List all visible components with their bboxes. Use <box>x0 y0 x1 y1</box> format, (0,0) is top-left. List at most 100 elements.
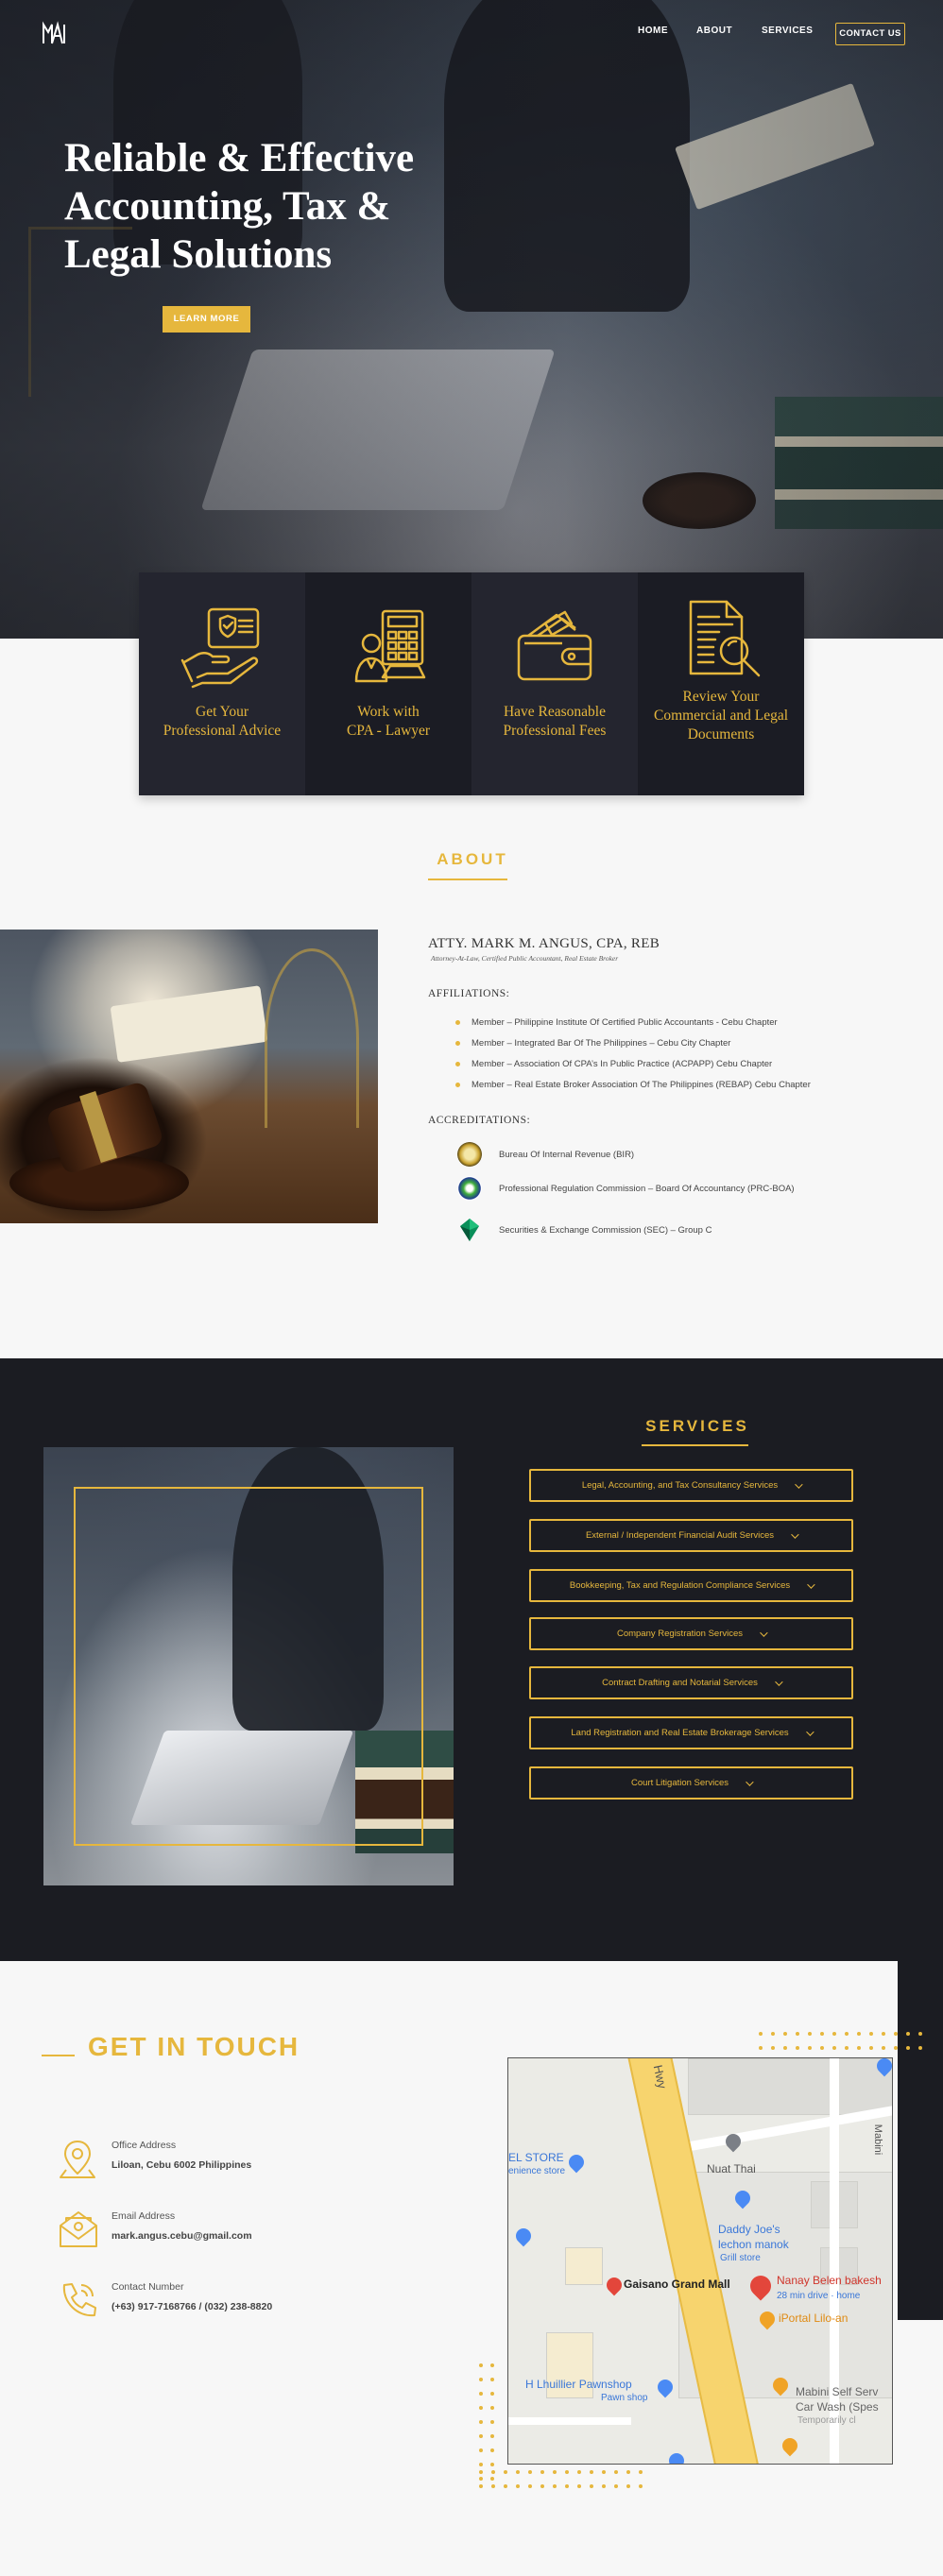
decorative-dots <box>479 2470 643 2488</box>
list-item: Member – Philippine Institute Of Certifi… <box>455 1016 811 1037</box>
feature-card: Review Your Commercial and Legal Documen… <box>638 572 804 795</box>
decorative-dot <box>771 2046 775 2050</box>
decorative-dot <box>906 2046 910 2050</box>
decorative-dot <box>832 2032 836 2036</box>
decorative-dot <box>479 2434 483 2438</box>
decorative-dot <box>869 2046 873 2050</box>
decorative-dot <box>490 2448 494 2452</box>
list-item: Member – Integrated Bar Of The Philippin… <box>455 1037 811 1058</box>
decorative-dot <box>491 2470 495 2474</box>
decorative-dot <box>540 2484 544 2488</box>
decorative-dot <box>479 2463 483 2466</box>
document-review-icon <box>677 597 764 682</box>
contact-label: Contact Number <box>111 2281 184 2293</box>
decorative-dot <box>783 2032 787 2036</box>
decorative-dot <box>845 2032 849 2036</box>
logo-icon <box>43 21 65 44</box>
map-pin-icon[interactable] <box>654 2376 677 2398</box>
attorney-subtitle: Attorney-At-Law, Certified Public Accoun… <box>431 954 619 963</box>
decorative-dot <box>490 2420 494 2424</box>
map-pin-icon[interactable] <box>603 2274 626 2296</box>
map-pin-icon[interactable] <box>665 2449 688 2464</box>
list-item: Member – Real Estate Broker Association … <box>455 1079 811 1100</box>
list-item: Member – Association Of CPA’s In Public … <box>455 1058 811 1079</box>
services-section: SERVICES Legal, Accounting, and Tax Cons… <box>0 1358 943 1961</box>
nav-about[interactable]: ABOUT <box>696 26 732 36</box>
about-photo <box>0 930 378 1223</box>
service-accordion-item[interactable]: External / Independent Financial Audit S… <box>529 1519 853 1552</box>
prc-seal-icon <box>457 1176 482 1201</box>
feature-card: Get Your Professional Advice <box>139 572 305 795</box>
decorative-dot <box>490 2434 494 2438</box>
contact-us-button[interactable]: CONTACT US <box>835 23 905 45</box>
decorative-dot <box>479 2378 483 2381</box>
chevron-down-icon <box>746 1777 754 1786</box>
contact-value[interactable]: mark.angus.cebu@gmail.com <box>111 2230 252 2242</box>
accreditation-item: Professional Regulation Commission – Boa… <box>457 1176 795 1201</box>
decorative-dot <box>490 2363 494 2367</box>
decorative-dot <box>894 2032 898 2036</box>
feature-card: Work with CPA - Lawyer <box>305 572 472 795</box>
service-accordion-item[interactable]: Company Registration Services <box>529 1617 853 1650</box>
decorative-dot <box>639 2484 643 2488</box>
service-accordion-item[interactable]: Court Litigation Services <box>529 1766 853 1800</box>
decorative-dot <box>771 2032 775 2036</box>
contact-value[interactable]: (+63) 917-7168766 / (032) 238-8820 <box>111 2301 272 2312</box>
decorative-dot <box>577 2470 581 2474</box>
about-title: ABOUT <box>437 850 508 868</box>
service-accordion-item[interactable]: Bookkeeping, Tax and Regulation Complian… <box>529 1569 853 1602</box>
decorative-dot <box>479 2420 483 2424</box>
decorative-dot <box>490 2463 494 2466</box>
service-accordion-item[interactable]: Legal, Accounting, and Tax Consultancy S… <box>529 1469 853 1502</box>
decorative-dot <box>918 2046 922 2050</box>
decorative-dot <box>479 2448 483 2452</box>
decorative-dot <box>845 2046 849 2050</box>
contact-value: Liloan, Cebu 6002 Philippines <box>111 2159 252 2171</box>
logo[interactable] <box>42 21 66 45</box>
location-map[interactable]: Hwy Mabini EL STORE enience store Nuat T… <box>507 2057 893 2465</box>
phone-icon <box>59 2281 100 2323</box>
feature-cards: Get Your Professional Advice Work with C… <box>139 572 804 795</box>
sec-logo-icon <box>457 1218 482 1242</box>
accreditations-heading: ACCREDITATIONS: <box>428 1115 531 1126</box>
decorative-dot <box>614 2470 618 2474</box>
map-pin-icon[interactable] <box>779 2434 801 2457</box>
decorative-dot <box>869 2032 873 2036</box>
chevron-down-icon <box>760 1628 768 1637</box>
accreditation-item: Securities & Exchange Commission (SEC) –… <box>457 1218 712 1242</box>
email-icon <box>59 2210 100 2252</box>
page: HOME ABOUT SERVICES CONTACT US Reliable … <box>0 0 943 2576</box>
decorative-dot <box>590 2470 593 2474</box>
decorative-dot <box>832 2046 836 2050</box>
feature-text: Get Your Professional Advice <box>163 704 282 739</box>
decorative-dot <box>479 2484 483 2488</box>
decorative-dot <box>479 2406 483 2410</box>
decorative-dot <box>491 2484 495 2488</box>
chevron-down-icon <box>805 1727 814 1736</box>
advice-hand-icon <box>179 605 266 690</box>
wallet-icon <box>511 605 598 690</box>
accreditation-item: Bureau Of Internal Revenue (BIR) <box>457 1142 634 1167</box>
service-accordion-item[interactable]: Land Registration and Real Estate Broker… <box>529 1716 853 1749</box>
chevron-down-icon <box>795 1479 803 1489</box>
decorative-dot <box>490 2406 494 2410</box>
decorative-dots <box>759 2032 922 2050</box>
decorative-dot <box>759 2032 763 2036</box>
contact-phone: Contact Number (+63) 917-7168766 / (032)… <box>59 2281 272 2323</box>
map-pin-icon[interactable] <box>565 2151 588 2174</box>
map-pin-icon[interactable] <box>512 2225 535 2247</box>
decorative-dot <box>882 2032 885 2036</box>
decorative-dot <box>540 2470 544 2474</box>
service-accordion-item[interactable]: Contract Drafting and Notarial Services <box>529 1666 853 1699</box>
learn-more-button[interactable]: LEARN MORE <box>163 306 250 333</box>
decorative-dot <box>639 2470 643 2474</box>
nav-home[interactable]: HOME <box>638 26 668 36</box>
decorative-dot <box>906 2032 910 2036</box>
decorative-dot <box>894 2046 898 2050</box>
services-title: SERVICES <box>645 1417 749 1435</box>
decorative-dot <box>820 2046 824 2050</box>
nav-services[interactable]: SERVICES <box>762 26 813 36</box>
decorative-dot <box>626 2470 630 2474</box>
decorative-dot <box>918 2032 922 2036</box>
hero-title: Reliable & Effective Accounting, Tax & L… <box>64 136 415 277</box>
